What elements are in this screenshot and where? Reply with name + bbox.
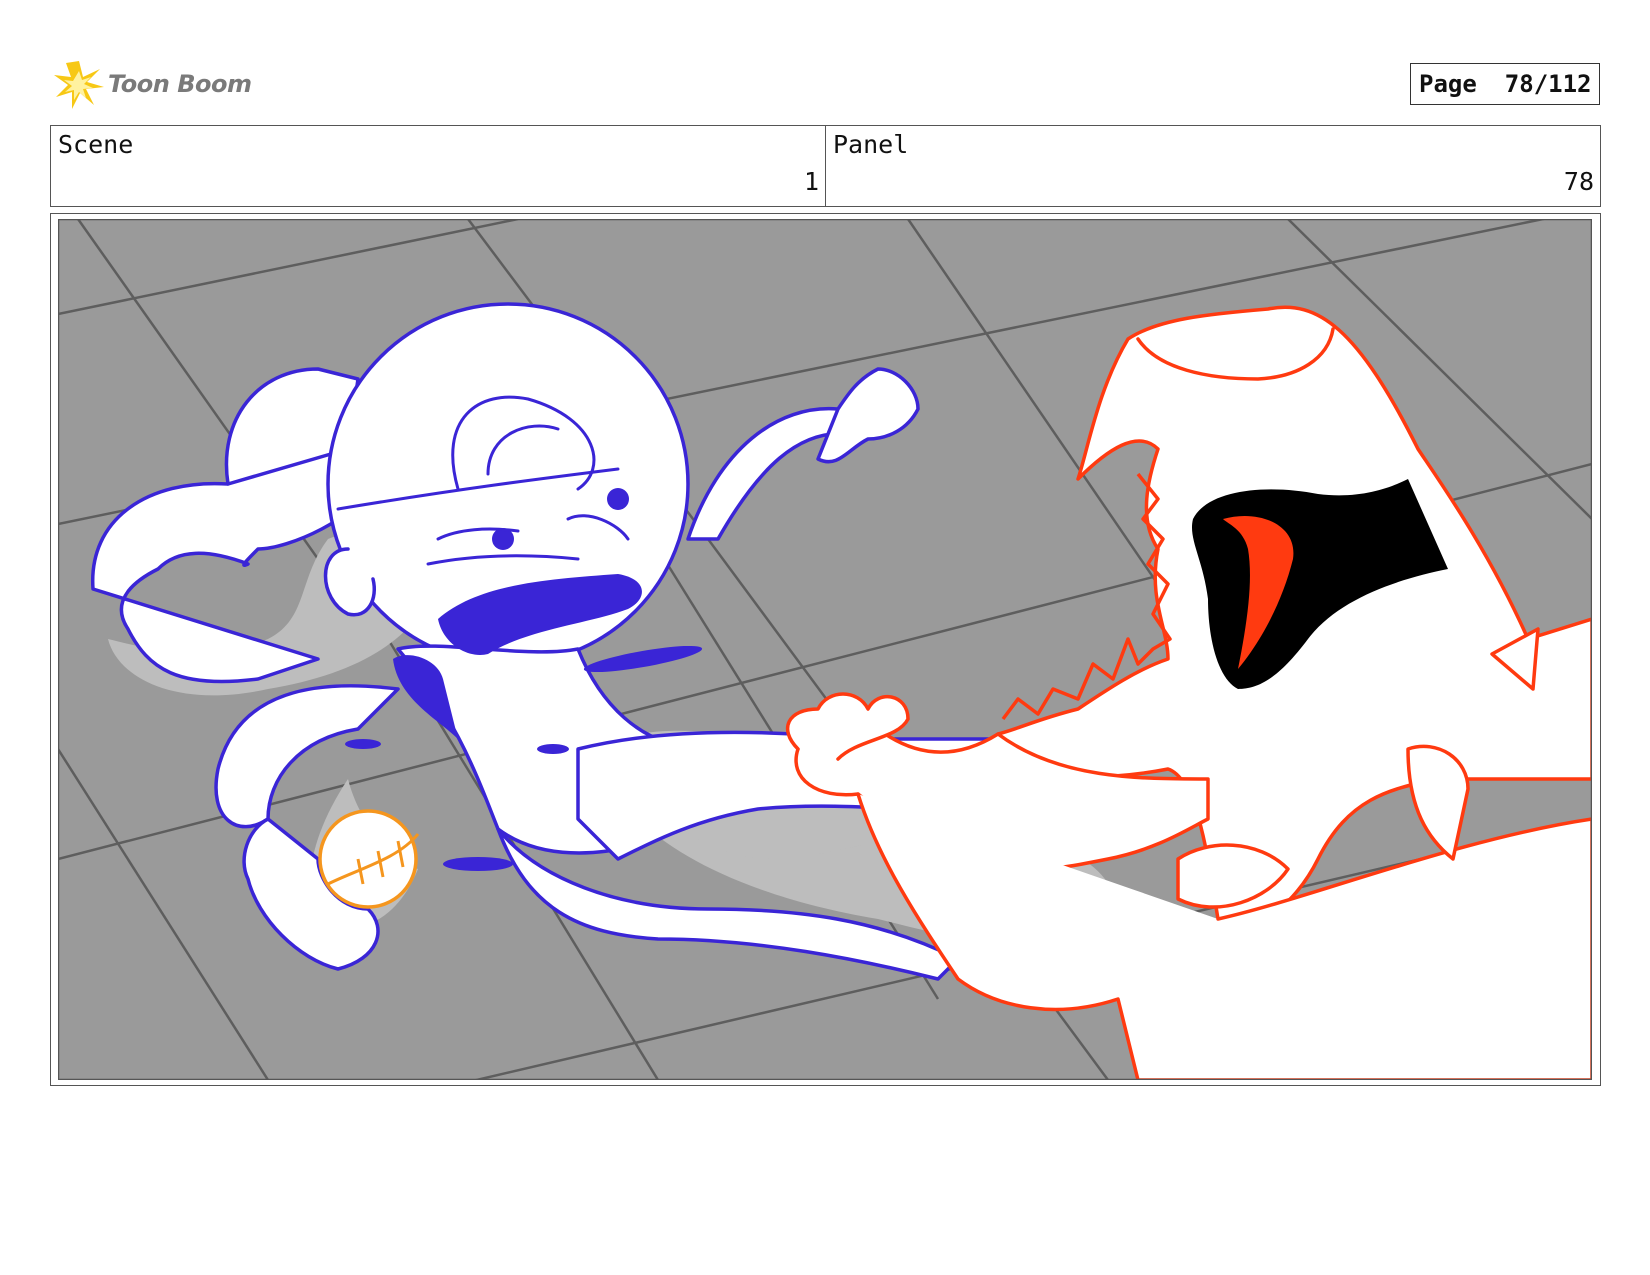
- logo-wordmark: Toon Boom: [108, 70, 252, 98]
- scene-cell: Scene 1: [51, 126, 825, 206]
- starburst-icon: [54, 61, 104, 109]
- toon-boom-logo: Toon Boom: [52, 56, 252, 112]
- scene-label: Scene: [58, 130, 134, 159]
- scene-panel-info: Scene 1 Panel 78: [50, 125, 1601, 207]
- storyboard-drawing: [58, 219, 1592, 1080]
- panel-label: Panel: [833, 130, 909, 159]
- panel-number: 78: [1563, 167, 1594, 196]
- baseball: [318, 809, 420, 909]
- page-indicator: Page 78/112: [1410, 63, 1600, 105]
- page-number: 78/112: [1504, 70, 1592, 98]
- panel-cell: Panel 78: [825, 126, 1600, 206]
- scene-number: 1: [803, 167, 819, 196]
- page-label: Page: [1419, 70, 1477, 98]
